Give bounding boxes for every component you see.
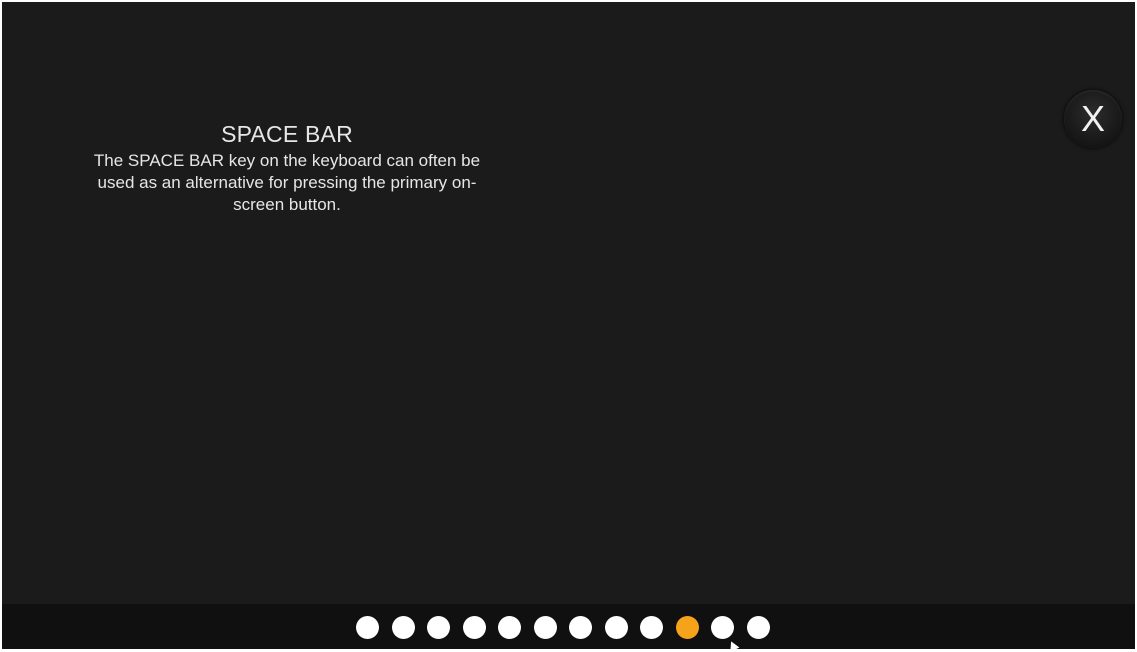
pagination-dot[interactable] (462, 616, 486, 639)
pagination-dot-active[interactable] (675, 616, 699, 639)
pagination-bar (2, 604, 1135, 649)
pagination-dot[interactable] (604, 616, 628, 639)
tip-panel: SPACE BAR The SPACE BAR key on the keybo… (62, 120, 512, 216)
pagination-dot[interactable] (746, 616, 770, 639)
pagination-dot[interactable] (356, 616, 379, 639)
pagination-dot[interactable] (391, 616, 415, 639)
tip-title: SPACE BAR (221, 121, 353, 147)
pagination-dot[interactable] (427, 616, 450, 639)
tip-description: The SPACE BAR key on the keyboard can of… (93, 151, 481, 214)
close-icon: X (1080, 98, 1105, 139)
close-button[interactable]: X (1064, 90, 1122, 148)
pagination-dot[interactable] (569, 616, 592, 639)
pagination-dots (356, 616, 770, 639)
tutorial-overlay: SPACE BAR The SPACE BAR key on the keybo… (2, 2, 1135, 649)
pagination-dot[interactable] (498, 616, 521, 639)
pagination-dot[interactable] (533, 616, 557, 639)
pagination-dot[interactable] (711, 616, 734, 639)
pagination-dot[interactable] (640, 616, 663, 639)
